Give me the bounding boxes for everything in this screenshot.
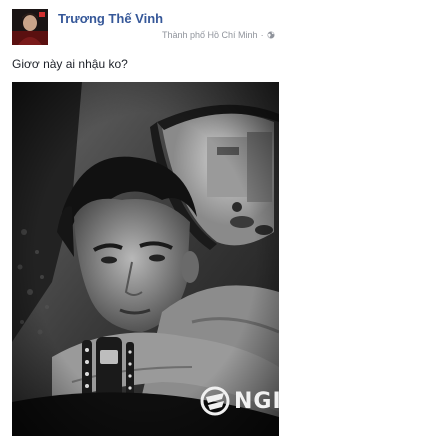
watermark-text: NGI xyxy=(234,389,279,414)
post-text: Giơơ này ai nhậu ko? xyxy=(12,57,128,71)
meta-separator: · xyxy=(260,30,264,40)
post-photo-image xyxy=(12,82,279,436)
author-name-link[interactable]: Trương Thế Vinh xyxy=(58,11,163,26)
globe-icon[interactable] xyxy=(267,31,275,39)
user-avatar-icon xyxy=(12,9,48,45)
post-meta: Thành phố Hồ Chí Minh · xyxy=(162,30,275,40)
feed-post: Trương Thế Vinh Thành phố Hồ Chí Minh · … xyxy=(0,0,429,436)
post-photo[interactable]: NGI xyxy=(12,82,279,436)
location-link[interactable]: Thành phố Hồ Chí Minh xyxy=(162,30,258,40)
post-header: Trương Thế Vinh Thành phố Hồ Chí Minh · xyxy=(12,9,412,45)
author-avatar[interactable] xyxy=(12,9,48,45)
